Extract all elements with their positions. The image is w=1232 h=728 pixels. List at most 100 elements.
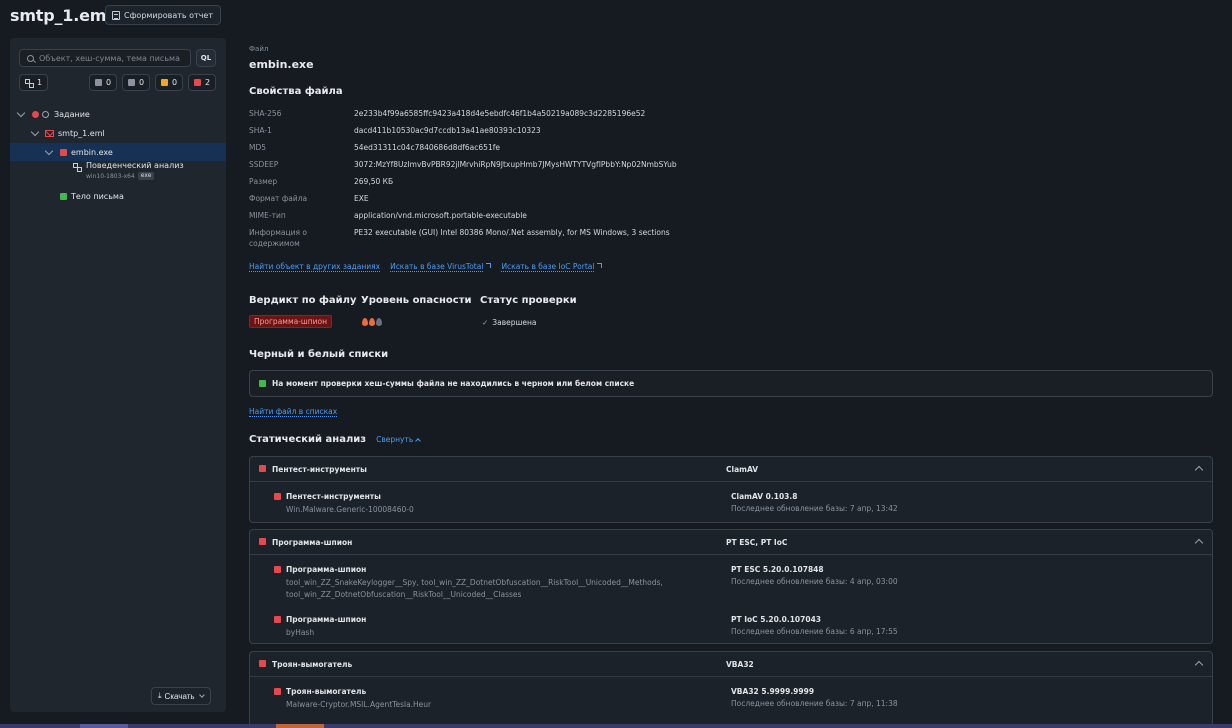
tree-item-file[interactable]: embin.exe — [44, 143, 113, 161]
tree-item-email[interactable]: smtp_1.eml — [30, 124, 105, 142]
group-header[interactable]: Пентест-инструменты ClamAV — [250, 457, 1212, 482]
exe-badge: exe — [137, 172, 155, 180]
ioc-portal-link-wrap[interactable]: Искать в базе IoC Portal — [501, 262, 603, 272]
tree-item-label: smtp_1.eml — [58, 128, 105, 138]
object-tree-panel: QL 1 0 0 0 2 Задание smtp_1.eml — [10, 38, 226, 712]
red-dot-icon — [32, 110, 39, 118]
group-title: Пентест-инструменты — [272, 465, 367, 474]
filter-count: 0 — [172, 78, 178, 87]
filter-count: 0 — [139, 78, 145, 87]
status-ring-icon — [42, 110, 49, 118]
lists-message: На момент проверки хеш-суммы файла не на… — [272, 379, 635, 388]
static-group-ransomware: Троян-вымогатель VBA32 Троян-вымогатель … — [249, 651, 1213, 728]
find-in-lists-link[interactable]: Найти файл в списках — [249, 407, 338, 417]
group-engines: VBA32 — [726, 660, 754, 669]
detection-engine: PT ESC 5.20.0.107848 — [731, 565, 824, 574]
tree-item-body[interactable]: Тело письма — [60, 187, 124, 205]
collapse-toggle[interactable]: Свернуть — [376, 435, 422, 444]
detection-engine: ClamAV 0.103.8 — [731, 492, 798, 501]
chevron-down-icon — [44, 146, 54, 155]
lists-message-box: На момент проверки хеш-суммы файла не на… — [249, 370, 1213, 397]
find-in-other-tasks-link[interactable]: Найти объект в других заданиях — [249, 262, 381, 272]
file-label: Файл — [249, 45, 269, 53]
filter-behavior-chip[interactable]: 1 — [19, 74, 49, 91]
file-name: embin.exe — [249, 58, 314, 71]
yellow-square-icon — [161, 79, 168, 86]
search-field[interactable] — [19, 49, 191, 67]
flame-active-icon — [362, 318, 368, 326]
virustotal-link[interactable]: Искать в базе VirusTotal — [390, 262, 484, 272]
red-square-icon — [60, 148, 67, 156]
chevron-down-icon — [30, 127, 40, 136]
static-group-pentest: Пентест-инструменты ClamAV Пентест-инстр… — [249, 456, 1213, 523]
red-square-icon — [274, 566, 281, 573]
tree-item-behavior[interactable]: Поведенческий анализ win10-1803-x64 exe — [73, 161, 184, 185]
verdict-value-wrap: Программа-шпион — [249, 315, 333, 328]
behavior-env-label: win10-1803-x64 — [86, 172, 135, 180]
download-button[interactable]: ⤓ Скачать — [151, 687, 211, 705]
prop-key: Информация о содержимом — [249, 228, 307, 248]
prop-value: 3072:MzYf8UzImvBvPBR92jlMrvhiRpN9JtxupHm… — [354, 160, 677, 169]
filter-row: 1 0 0 0 2 — [19, 74, 217, 91]
filter-count: 1 — [37, 78, 43, 87]
prop-key: SHA-256 — [249, 109, 282, 118]
detection-name: Программа-шпион — [286, 615, 367, 624]
verdict-badge: Программа-шпион — [249, 315, 333, 328]
process-tree-icon — [25, 78, 34, 88]
search-icon — [27, 54, 34, 62]
check-status-value: Завершена — [492, 318, 537, 327]
prop-key: SSDEEP — [249, 160, 279, 169]
prop-value: 54ed31311c04c7840686d8df6ac651fe — [354, 143, 500, 152]
external-link-icon — [597, 263, 603, 268]
chevron-up-icon — [415, 437, 422, 444]
filter-gray-chip[interactable]: 0 — [89, 74, 118, 91]
prop-key: Размер — [249, 177, 278, 186]
prop-value: application/vnd.microsoft.portable-execu… — [354, 211, 527, 220]
filter-yellow-chip[interactable]: 0 — [155, 74, 184, 91]
prop-value: 269,50 КБ — [354, 177, 394, 186]
group-header[interactable]: Программа-шпион PT ESC, PT IoC — [250, 530, 1212, 555]
find-in-lists-wrap: Найти файл в списках — [249, 407, 338, 417]
download-label: Скачать — [164, 691, 195, 701]
check-icon: ✓ — [482, 318, 489, 327]
group-engines: ClamAV — [726, 465, 759, 474]
detection-updated: Последнее обновление базы: 7 апр, 13:42 — [731, 504, 898, 513]
static-analysis-header: Статический анализ Свернуть — [249, 434, 422, 445]
group-title: Программа-шпион — [272, 538, 353, 547]
external-link-icon — [486, 263, 492, 268]
group-header[interactable]: Троян-вымогатель VBA32 — [250, 652, 1212, 677]
filter-gray-chip-2[interactable]: 0 — [122, 74, 151, 91]
red-square-icon — [194, 79, 201, 86]
tree-item-label: Поведенческий анализ — [86, 161, 184, 170]
document-icon — [112, 10, 120, 20]
red-square-icon — [274, 688, 281, 695]
file-properties-title: Свойства файла — [249, 86, 343, 97]
virustotal-link-wrap[interactable]: Искать в базе VirusTotal — [390, 262, 492, 272]
generate-report-button[interactable]: Сформировать отчет — [105, 5, 222, 25]
detection-name: Троян-вымогатель — [286, 687, 367, 696]
prop-key: MD5 — [249, 143, 267, 152]
filter-red-chip[interactable]: 2 — [188, 74, 217, 91]
green-square-icon — [60, 192, 67, 200]
static-group-spyware: Программа-шпион PT ESC, PT IoC Программа… — [249, 529, 1213, 644]
taskbar-segment — [80, 724, 128, 728]
process-tree-icon — [73, 163, 82, 172]
chevron-up-icon[interactable] — [1194, 465, 1204, 475]
chevron-down-icon — [16, 108, 26, 117]
tree-item-task[interactable]: Задание — [16, 105, 90, 123]
taskbar-segment — [276, 724, 324, 728]
ql-button[interactable]: QL — [196, 49, 216, 67]
search-links: Найти объект в других заданиях Искать в … — [249, 262, 603, 272]
red-square-icon — [274, 616, 281, 623]
ioc-portal-link[interactable]: Искать в базе IoC Portal — [501, 262, 595, 272]
chevron-up-icon[interactable] — [1194, 660, 1204, 670]
chevron-up-icon[interactable] — [1194, 538, 1204, 548]
danger-level-title: Уровень опасности — [361, 295, 472, 306]
prop-value: 2e233b4f99a6585ffc9423a418d4e5ebdfc46f1b… — [354, 109, 646, 118]
group-title: Троян-вымогатель — [272, 660, 353, 669]
search-input[interactable] — [39, 53, 189, 63]
detection-engine: PT IoC 5.20.0.107043 — [731, 615, 822, 624]
verdict-title: Вердикт по файлу — [249, 295, 357, 306]
generate-report-label: Сформировать отчет — [124, 10, 214, 20]
green-square-icon — [259, 380, 266, 387]
